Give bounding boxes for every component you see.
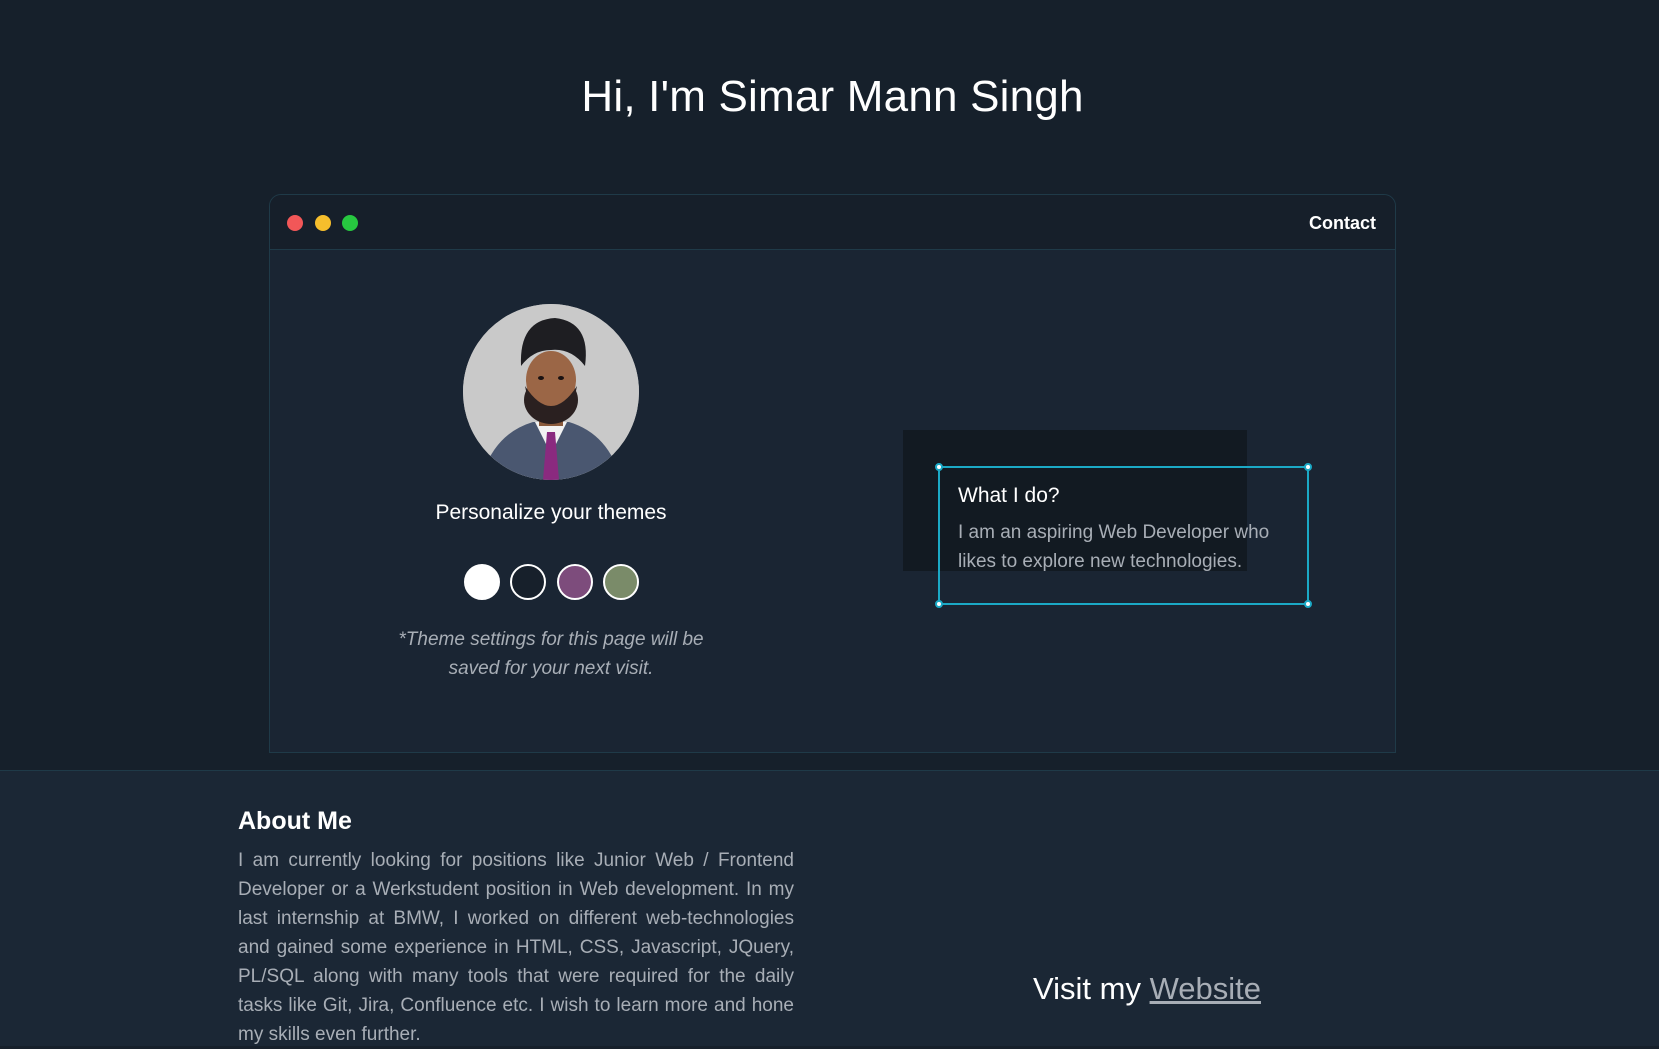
visit-website: Visit my Website [1033, 971, 1261, 1007]
resize-handle-icon[interactable] [935, 463, 943, 471]
what-i-do-card: What I do? I am an aspiring Web Develope… [935, 463, 1312, 608]
light-theme-swatch[interactable] [464, 564, 500, 600]
window-title-bar: Contact [270, 195, 1395, 250]
resize-handle-icon[interactable] [935, 600, 943, 608]
card-text: I am an aspiring Web Developer who likes… [958, 522, 1270, 572]
card-title: What I do? [958, 484, 1060, 507]
about-title: About Me [238, 807, 352, 835]
page-title: Hi, I'm Simar Mann Singh [581, 72, 1084, 121]
hero-section: Hi, I'm Simar Mann Singh Contact Persona… [0, 0, 1659, 770]
avatar [463, 304, 639, 480]
resize-handle-icon[interactable] [1304, 463, 1312, 471]
theme-heading: Personalize your themes [435, 501, 667, 524]
preview-window: Contact Personalize your themes *Theme s… [269, 194, 1396, 753]
visit-prefix: Visit my [1033, 971, 1150, 1006]
contact-link[interactable]: Contact [1309, 213, 1376, 234]
dark-theme-swatch[interactable] [510, 564, 546, 600]
purple-theme-swatch[interactable] [557, 564, 593, 600]
maximize-dot-icon[interactable] [342, 215, 358, 231]
resize-handle-icon[interactable] [1304, 600, 1312, 608]
website-link[interactable]: Website [1150, 971, 1261, 1006]
close-dot-icon[interactable] [287, 215, 303, 231]
about-section: About Me I am currently looking for posi… [0, 770, 1659, 1046]
about-text: I am currently looking for positions lik… [238, 850, 794, 1045]
minimize-dot-icon[interactable] [315, 215, 331, 231]
green-theme-swatch[interactable] [603, 564, 639, 600]
theme-note: *Theme settings for this page will be sa… [398, 629, 704, 679]
profile-photo-icon [463, 304, 639, 480]
